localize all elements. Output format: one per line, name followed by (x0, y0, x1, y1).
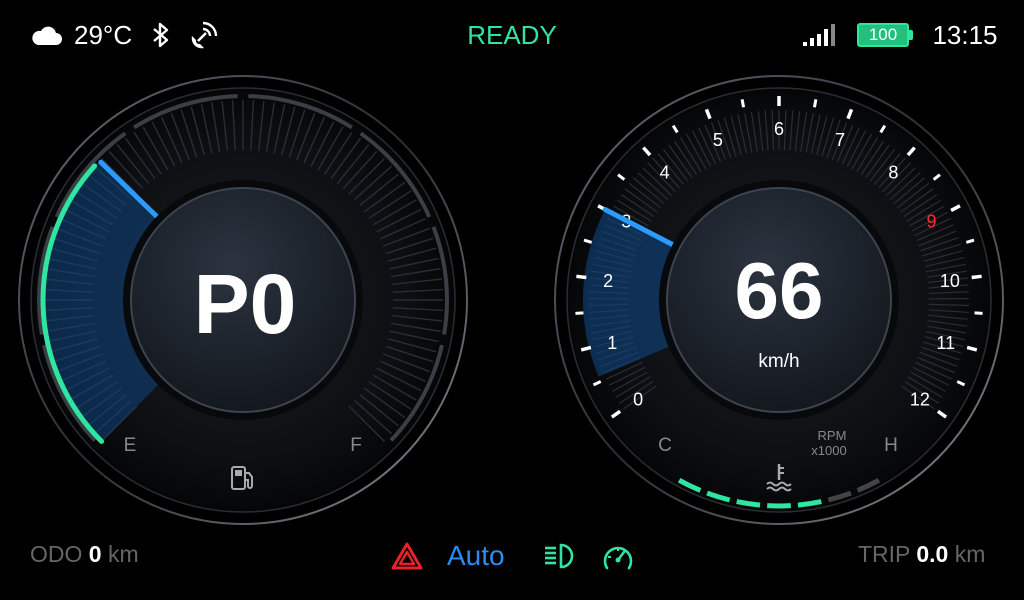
coolant-cold-label: C (658, 435, 672, 456)
rpm-half-tick (812, 99, 818, 108)
rpm-tick-label: 1 (607, 333, 617, 353)
rpm-tick-label: 4 (660, 163, 670, 183)
speedometer: 0123456789101112 66 km/h RPM x1000 C H (554, 75, 1004, 525)
instrument-cluster: E F P0 0123456789101112 66 km/h RPM x100… (18, 75, 1004, 525)
coolant-hot-label: H (884, 435, 898, 456)
odo-value: 0 (88, 541, 102, 567)
drive-mode-label[interactable]: Auto (447, 536, 505, 576)
rpm-tick-label: 7 (835, 130, 845, 150)
rpm-major-tick (966, 345, 978, 352)
rpm-tick-label: 12 (910, 390, 930, 410)
trip-label: TRIP (858, 541, 910, 567)
fuel-full-label: F (350, 435, 362, 456)
headlight-icon (543, 542, 575, 575)
odometer: ODO 0 km (30, 536, 139, 572)
rpm-tick-label: 0 (633, 390, 643, 410)
speed-unit: km/h (758, 351, 799, 372)
rpm-major-tick (576, 274, 587, 280)
rpm-tick-label: 5 (713, 130, 723, 150)
trip-value: 0.0 (916, 541, 949, 567)
odo-label: ODO (30, 541, 83, 567)
rpm-half-tick (740, 99, 746, 108)
rpm-tick-label: 8 (888, 163, 898, 183)
trip-unit: km (954, 541, 986, 567)
rpm-label: RPM (818, 428, 847, 443)
rpm-tick-label: 6 (774, 119, 784, 139)
fuel-gauge: E F P0 (18, 75, 468, 525)
rpm-tick-label: 9 (927, 212, 937, 232)
gear-display: P0 (194, 257, 297, 351)
rpm-half-tick (974, 311, 983, 315)
odo-unit: km (107, 541, 139, 567)
speed-warning-icon (602, 542, 634, 577)
rpm-half-tick (575, 311, 584, 315)
rpm-tick-label: 11 (936, 333, 955, 353)
hazard-warning-icon[interactable] (391, 542, 423, 575)
rpm-tick-label: 10 (940, 271, 960, 291)
rpm-major-tick (580, 345, 592, 352)
rpm-major-tick (971, 274, 982, 280)
speed-value: 66 (735, 246, 824, 335)
rpm-tick-label: 2 (603, 271, 613, 291)
fuel-empty-label: E (124, 435, 137, 456)
trip-meter: TRIP 0.0 km (858, 536, 985, 572)
rpm-multiplier-label: x1000 (811, 443, 846, 458)
